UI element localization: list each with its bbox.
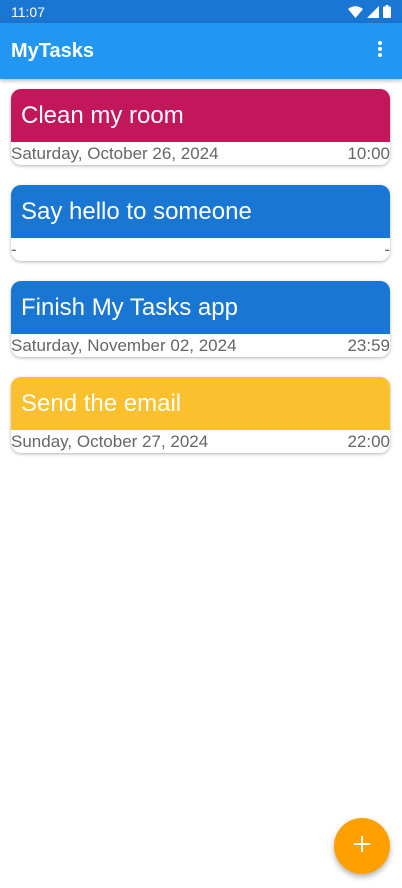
overflow-menu-button[interactable] bbox=[366, 31, 394, 71]
task-header: Send the email bbox=[11, 377, 390, 430]
task-card[interactable]: Say hello to someone - - bbox=[11, 185, 390, 261]
task-header: Finish My Tasks app bbox=[11, 281, 390, 334]
status-bar: 11:07 bbox=[0, 0, 402, 23]
task-footer: Sunday, October 27, 2024 22:00 bbox=[11, 430, 390, 453]
signal-icon bbox=[367, 5, 379, 18]
more-vert-icon bbox=[378, 40, 382, 62]
app-title: MyTasks bbox=[11, 39, 95, 62]
task-card[interactable]: Send the email Sunday, October 27, 2024 … bbox=[11, 377, 390, 453]
wifi-icon bbox=[348, 5, 363, 18]
task-list: Clean my room Saturday, October 26, 2024… bbox=[11, 89, 390, 473]
task-title: Finish My Tasks app bbox=[21, 293, 238, 321]
task-footer: Saturday, October 26, 2024 10:00 bbox=[11, 142, 390, 165]
plus-icon bbox=[354, 835, 370, 857]
task-card[interactable]: Clean my room Saturday, October 26, 2024… bbox=[11, 89, 390, 165]
task-title: Say hello to someone bbox=[21, 197, 252, 225]
task-time: 10:00 bbox=[347, 144, 390, 163]
battery-icon bbox=[383, 5, 391, 18]
task-time: 22:00 bbox=[347, 432, 390, 451]
task-header: Say hello to someone bbox=[11, 185, 390, 238]
task-time: 23:59 bbox=[347, 336, 390, 355]
task-title: Clean my room bbox=[21, 101, 184, 129]
task-date: - bbox=[11, 240, 17, 259]
task-date: Saturday, October 26, 2024 bbox=[11, 144, 219, 163]
add-task-button[interactable] bbox=[334, 818, 390, 874]
task-header: Clean my room bbox=[11, 89, 390, 142]
app-bar: MyTasks bbox=[0, 23, 402, 79]
status-icons bbox=[348, 5, 391, 18]
task-date: Sunday, October 27, 2024 bbox=[11, 432, 209, 451]
task-date: Saturday, November 02, 2024 bbox=[11, 336, 237, 355]
task-footer: Saturday, November 02, 2024 23:59 bbox=[11, 334, 390, 357]
task-time: - bbox=[384, 240, 390, 259]
task-title: Send the email bbox=[21, 389, 182, 417]
status-time: 11:07 bbox=[11, 3, 45, 20]
task-card[interactable]: Finish My Tasks app Saturday, November 0… bbox=[11, 281, 390, 357]
task-footer: - - bbox=[11, 238, 390, 261]
